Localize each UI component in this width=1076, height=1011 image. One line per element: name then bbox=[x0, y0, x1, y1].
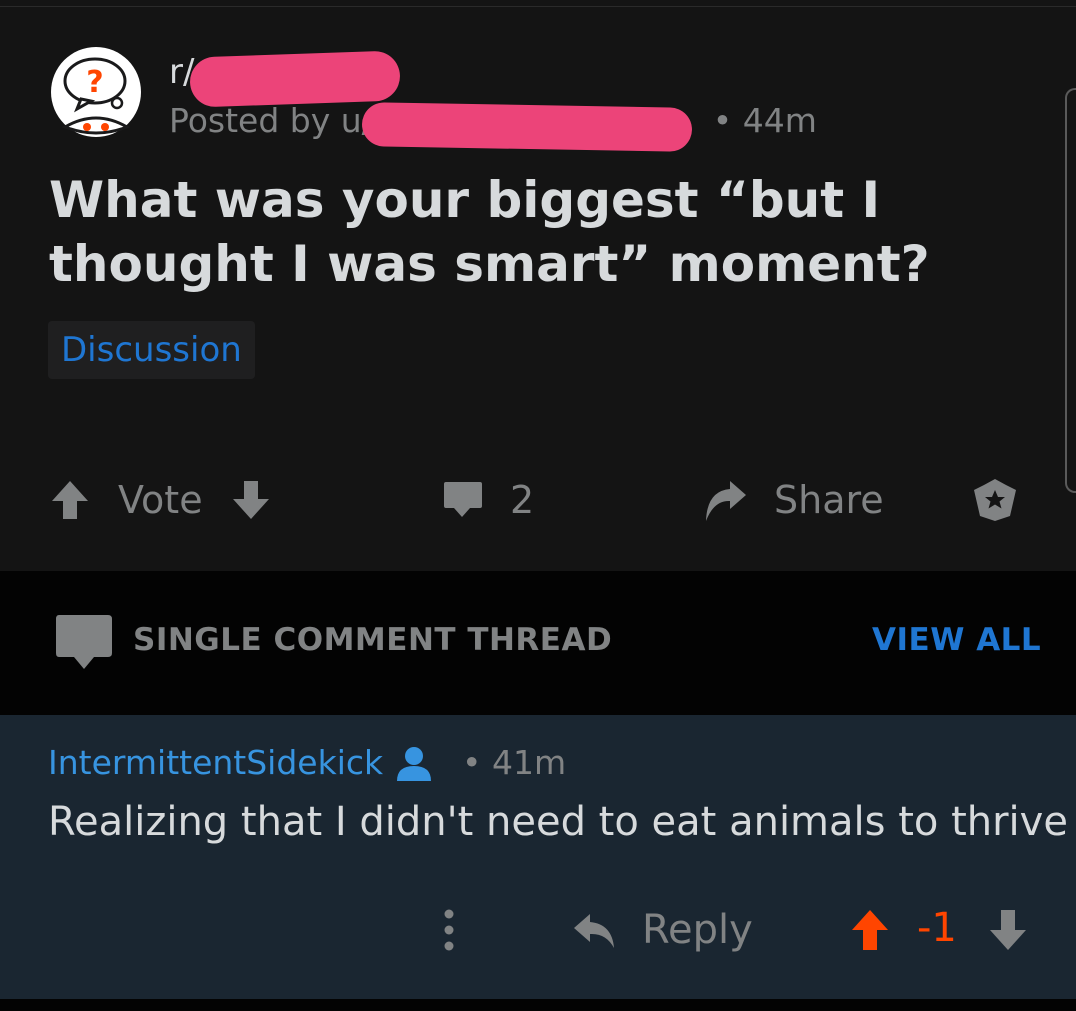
scrollbar[interactable] bbox=[1065, 88, 1076, 493]
downvote-icon[interactable] bbox=[988, 908, 1028, 952]
share-label: Share bbox=[774, 478, 884, 522]
comment-author-name[interactable]: IntermittentSidekick bbox=[48, 743, 383, 782]
reply-button[interactable]: Reply bbox=[572, 900, 753, 960]
thread-label: SINGLE COMMENT THREAD bbox=[133, 622, 613, 658]
vote-label: Vote bbox=[118, 478, 203, 522]
comment-actions: Reply -1 bbox=[0, 900, 1076, 960]
comment-icon bbox=[444, 482, 482, 517]
upvote-icon[interactable] bbox=[50, 479, 90, 521]
award-icon[interactable] bbox=[972, 477, 1018, 523]
post-time: • 44m bbox=[712, 101, 817, 140]
comments-button[interactable]: 2 bbox=[442, 470, 534, 530]
share-button[interactable]: Share bbox=[702, 470, 884, 530]
post-title[interactable]: What was your biggest “but I thought I w… bbox=[49, 168, 1049, 296]
subreddit-avatar-icon[interactable]: ? bbox=[51, 47, 141, 137]
post-actions: Vote 2 Share bbox=[0, 470, 1076, 530]
comment-score: -1 bbox=[917, 905, 957, 951]
comment-author[interactable]: IntermittentSidekick bbox=[48, 743, 383, 783]
more-options-icon[interactable] bbox=[443, 908, 455, 952]
downvote-icon[interactable] bbox=[231, 479, 271, 521]
reply-icon bbox=[574, 914, 614, 948]
share-icon bbox=[706, 481, 746, 521]
vote-group: Vote bbox=[50, 470, 271, 530]
redaction-mark bbox=[361, 102, 693, 152]
comment-body: Realizing that I didn't need to eat anim… bbox=[48, 799, 1068, 845]
op-user-icon bbox=[397, 747, 431, 781]
redaction-mark bbox=[189, 50, 401, 108]
upvote-icon[interactable] bbox=[850, 908, 890, 952]
post-card: ? r/ Posted by u/• 44m What was your big… bbox=[0, 0, 1076, 571]
divider bbox=[0, 6, 1076, 7]
svg-text:?: ? bbox=[86, 65, 103, 100]
post-flair[interactable]: Discussion bbox=[48, 321, 255, 379]
comment-time: • 41m bbox=[462, 743, 567, 782]
posted-by-label: Posted by u/ bbox=[169, 101, 373, 140]
view-all-link[interactable]: VIEW ALL bbox=[872, 622, 1041, 658]
reply-label: Reply bbox=[642, 907, 753, 953]
comment-count: 2 bbox=[510, 478, 535, 522]
comment-icon bbox=[56, 615, 112, 669]
